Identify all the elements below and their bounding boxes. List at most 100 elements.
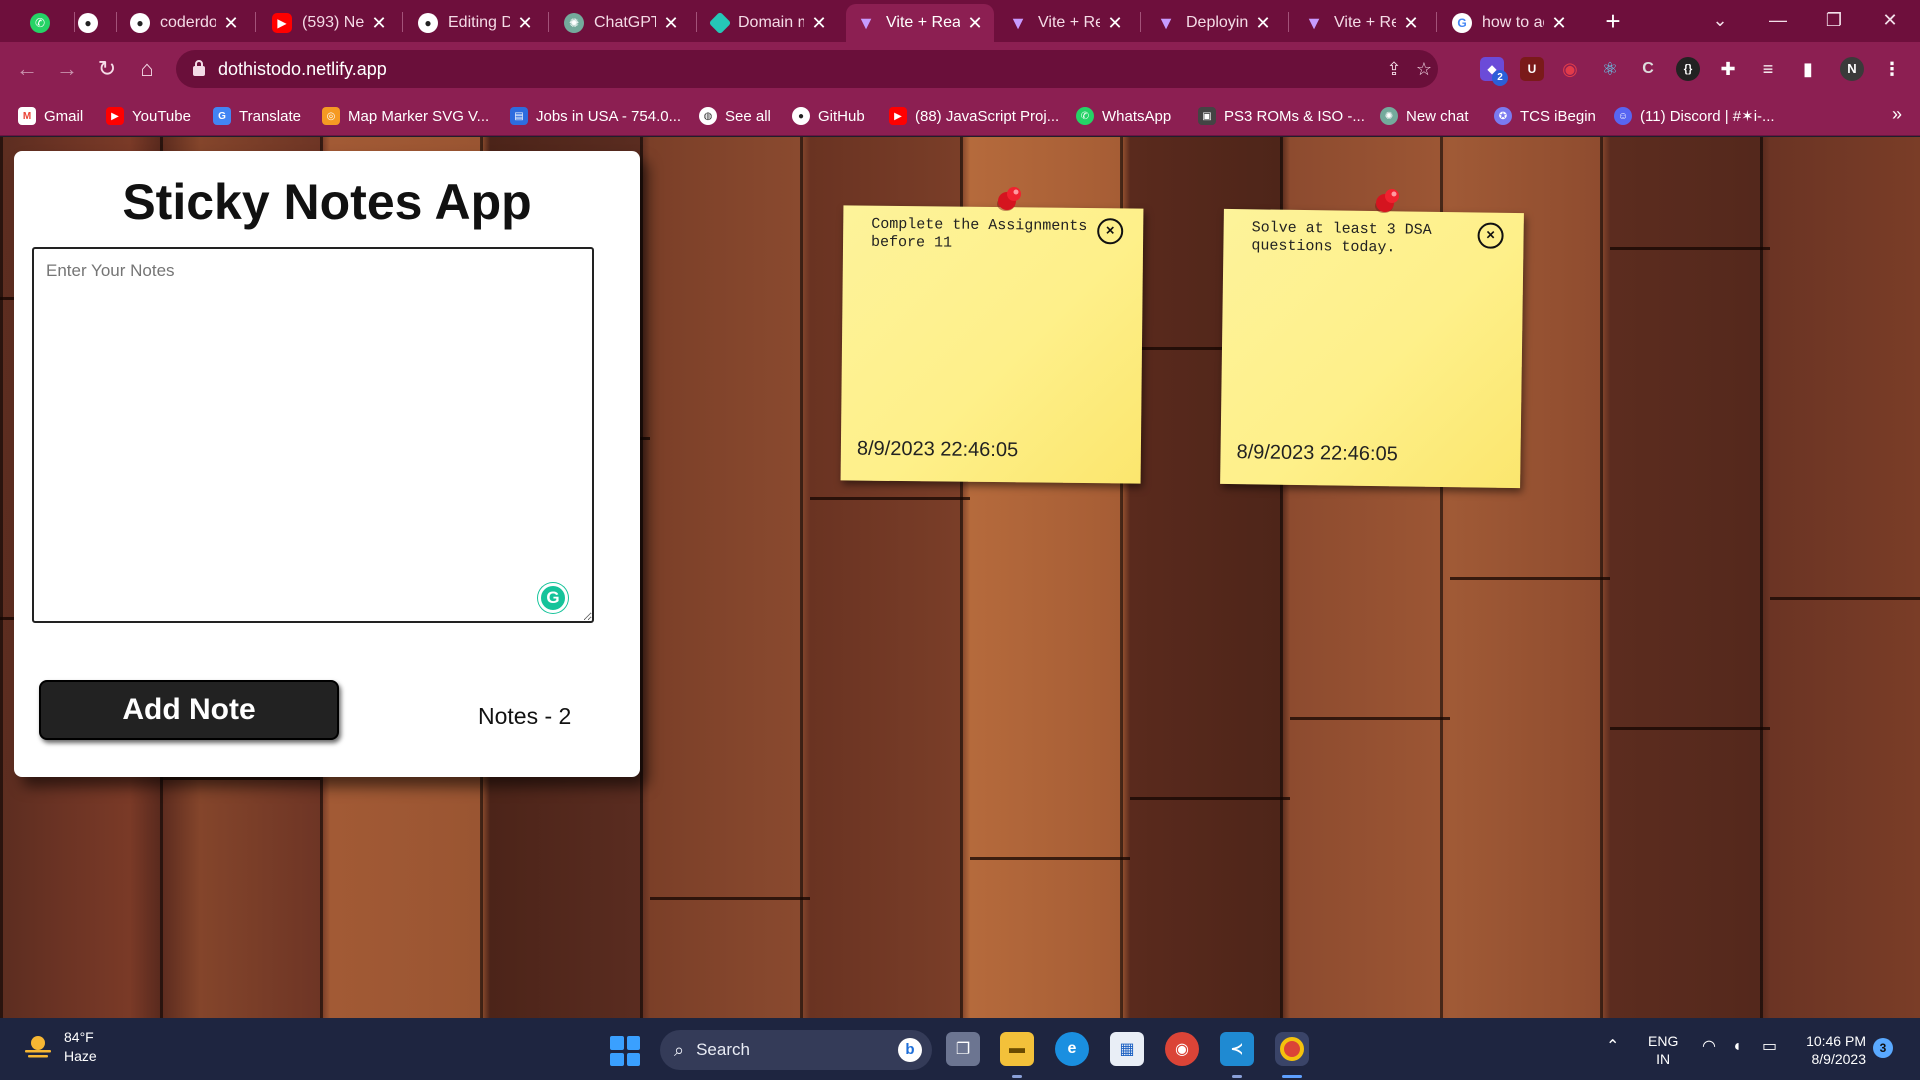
side-panel-icon[interactable]: ▮ [1796, 57, 1820, 81]
json-icon[interactable]: {} [1676, 57, 1700, 81]
css-icon[interactable]: C [1636, 57, 1660, 81]
bookmark-see-all[interactable]: ◍ See all [699, 104, 771, 128]
restore-button[interactable]: ❐ [1808, 0, 1860, 42]
bing-icon[interactable]: b [898, 1038, 922, 1062]
close-tab-icon[interactable]: ✕ [1254, 13, 1272, 34]
whatsapp-icon: ✆ [1076, 107, 1094, 125]
grammarly-icon[interactable]: G [538, 583, 568, 613]
close-tab-icon[interactable]: ✕ [662, 13, 680, 34]
tcs-icon: ✪ [1494, 107, 1512, 125]
note-text: Solve at least 3 DSA questions today. [1251, 219, 1432, 257]
youtube-icon: ▶ [889, 107, 907, 125]
tab-chatgpt[interactable]: ✺ ChatGPT ✕ [554, 4, 690, 42]
reload-icon[interactable]: ↻ [92, 54, 122, 84]
google-icon: G [1452, 13, 1472, 33]
microsoft-store-icon[interactable]: ▦ [1110, 1032, 1144, 1066]
pushpin-icon [1375, 189, 1399, 213]
extension-badge: 2 [1492, 70, 1508, 86]
bookmark-discord[interactable]: ☺ (11) Discord | #✶i-... [1614, 104, 1775, 128]
tab-editing-doc[interactable]: ● Editing Do ✕ [408, 4, 544, 42]
bookmark-youtube[interactable]: ▶ YouTube [106, 104, 191, 128]
weather-widget[interactable]: 84°F Haze [22, 1028, 97, 1066]
tab-deploying[interactable]: ▼ Deploying ✕ [1146, 4, 1282, 42]
tab-domain[interactable]: Domain m ✕ [702, 4, 838, 42]
delete-note-icon[interactable]: × [1477, 222, 1504, 249]
language-indicator[interactable]: ENG IN [1648, 1032, 1678, 1068]
ublock-icon[interactable]: U [1520, 57, 1544, 81]
close-tab-icon[interactable]: ✕ [516, 13, 534, 34]
chatgpt-icon: ✺ [564, 13, 584, 33]
clock[interactable]: 10:46 PM 8/9/2023 [1796, 1032, 1866, 1068]
github-icon: ● [792, 107, 810, 125]
url-text[interactable]: dothistodo.netlify.app [218, 59, 387, 80]
close-tab-icon[interactable]: ✕ [1106, 13, 1124, 34]
page-background: Sticky Notes App G Add Note Notes - 2 Co… [0, 137, 1920, 1018]
close-window-button[interactable]: ✕ [1864, 0, 1916, 42]
note-textarea[interactable] [32, 247, 594, 623]
browser-tab-strip: ✆ ● ● coderdost ✕ ▶ (593) Netl ✕ ● Editi… [0, 0, 1920, 42]
tab-google-search[interactable]: G how to ad ✕ [1442, 4, 1578, 42]
close-tab-icon[interactable]: ✕ [1402, 13, 1420, 34]
bookmark-translate[interactable]: G Translate [213, 104, 301, 128]
bookmarks-overflow-icon[interactable]: » [1892, 104, 1902, 125]
bookmark-whatsapp[interactable]: ✆ WhatsApp [1076, 104, 1171, 128]
translate-icon: G [213, 107, 231, 125]
tab-vite-2[interactable]: ▼ Vite + Rea ✕ [998, 4, 1134, 42]
vscode-icon[interactable]: ≺ [1220, 1032, 1254, 1066]
puzzle-extensions-icon[interactable]: ✚ [1716, 57, 1740, 81]
new-tab-button[interactable]: + [1598, 6, 1628, 36]
tab-coderdost[interactable]: ● coderdost ✕ [120, 4, 250, 42]
close-tab-icon[interactable]: ✕ [1550, 13, 1568, 34]
close-tab-icon[interactable]: ✕ [370, 13, 388, 34]
close-tab-icon[interactable]: ✕ [222, 13, 240, 34]
battery-icon[interactable]: ▭ [1762, 1038, 1777, 1056]
close-tab-icon[interactable]: ✕ [966, 13, 984, 34]
tab-vite-3[interactable]: ▼ Vite + Rea ✕ [1294, 4, 1430, 42]
tab-youtube[interactable]: ▶ (593) Netl ✕ [262, 4, 398, 42]
tab-vite-active[interactable]: ▼ Vite + Rea ✕ [846, 4, 994, 42]
close-tab-icon[interactable]: ✕ [810, 13, 828, 34]
bookmark-github[interactable]: ● GitHub [792, 104, 865, 128]
start-button[interactable] [610, 1036, 640, 1066]
tab-whatsapp[interactable]: ✆ [20, 4, 70, 42]
netlify-icon [708, 11, 732, 35]
bookmark-ps3-roms[interactable]: ▣ PS3 ROMs & ISO -... [1198, 104, 1365, 128]
bookmark-js-projects[interactable]: ▶ (88) JavaScript Proj... [889, 104, 1059, 128]
bookmark-new-chat[interactable]: ✺ New chat [1380, 104, 1469, 128]
task-view-icon[interactable]: ❐ [946, 1032, 980, 1066]
forward-arrow-icon[interactable]: → [52, 54, 82, 84]
bookmark-map-marker[interactable]: ◎ Map Marker SVG V... [322, 104, 489, 128]
volume-icon[interactable]: ◖ [1732, 1038, 1742, 1056]
bookmark-gmail[interactable]: M Gmail [18, 104, 83, 128]
kebab-menu-icon[interactable]: ⋮ [1880, 57, 1904, 81]
file-explorer-icon[interactable]: ▬ [1000, 1032, 1034, 1066]
gmail-icon: M [18, 107, 36, 125]
notes-count: Notes - 2 [478, 703, 572, 729]
wifi-icon[interactable]: ◠ [1702, 1038, 1716, 1056]
bookmark-star-icon[interactable]: ☆ [1412, 57, 1436, 81]
chrome-icon[interactable]: ◉ [1165, 1032, 1199, 1066]
notification-badge[interactable]: 3 [1873, 1038, 1893, 1058]
profile-avatar[interactable]: N [1840, 57, 1864, 81]
address-bar[interactable]: dothistodo.netlify.app ⇪ ☆ [176, 50, 1438, 88]
ps3-icon: ▣ [1198, 107, 1216, 125]
minimize-button[interactable]: — [1752, 0, 1804, 42]
react-devtools-icon[interactable]: ⚛ [1598, 57, 1622, 81]
bookmark-jobs[interactable]: ▤ Jobs in USA - 754.0... [510, 104, 681, 128]
map-marker-icon: ◎ [322, 107, 340, 125]
tab-github[interactable]: ● [68, 4, 118, 42]
tab-search-chevron-icon[interactable]: ⌄ [1694, 0, 1746, 42]
home-icon[interactable]: ⌂ [132, 54, 162, 84]
add-note-button[interactable]: Add Note [39, 680, 339, 740]
reading-list-icon[interactable]: ≡ [1756, 57, 1780, 81]
record-icon[interactable]: ◉ [1558, 57, 1582, 81]
bookmark-tcs-ibegin[interactable]: ✪ TCS iBegin [1494, 104, 1596, 128]
taskbar-search[interactable]: ⌕ Search b [660, 1030, 932, 1070]
edge-icon[interactable]: e [1055, 1032, 1089, 1066]
delete-note-icon[interactable]: × [1097, 218, 1124, 245]
share-icon[interactable]: ⇪ [1382, 57, 1406, 81]
note-date: 8/9/2023 22:46:05 [1236, 441, 1398, 466]
tray-chevron-icon[interactable]: ⌃ [1606, 1038, 1619, 1056]
back-arrow-icon[interactable]: ← [12, 54, 42, 84]
chrome-profile-icon[interactable] [1275, 1032, 1309, 1066]
